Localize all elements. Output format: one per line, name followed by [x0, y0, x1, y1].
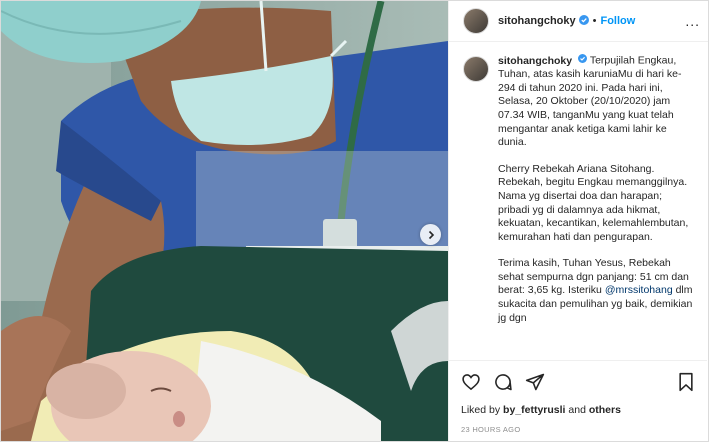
- verified-badge-icon: [578, 12, 589, 30]
- comment-icon[interactable]: [493, 372, 513, 392]
- next-photo-button[interactable]: [420, 224, 441, 245]
- likes-summary: Liked by by_fettyrusli and others: [461, 404, 695, 416]
- share-icon[interactable]: [525, 372, 545, 392]
- avatar[interactable]: [463, 8, 489, 34]
- caption-text: sitohangchoky Terpujilah Engkau, Tuhan, …: [498, 54, 693, 359]
- others-link[interactable]: others: [589, 404, 621, 416]
- post-header: sitohangchoky • Follow ...: [449, 1, 708, 42]
- action-icons: [461, 369, 695, 395]
- instagram-post: 20 10 15 5 sito: [0, 0, 709, 442]
- username-link[interactable]: sitohangchoky: [498, 15, 576, 27]
- more-options-icon[interactable]: ...: [685, 13, 700, 29]
- liked-by-user-link[interactable]: by_fettyrusli: [503, 404, 565, 416]
- heart-icon[interactable]: [461, 372, 481, 392]
- likes-middle: and: [568, 404, 586, 416]
- bookmark-icon[interactable]: [677, 372, 695, 392]
- post-actions: Liked by by_fettyrusli and others 23 HOU…: [449, 360, 707, 434]
- mention-link[interactable]: @mrssitohang: [605, 284, 673, 296]
- verified-badge-icon: [578, 54, 588, 68]
- caption-username[interactable]: sitohangchoky: [498, 55, 572, 67]
- chevron-right-icon: [428, 230, 434, 239]
- post-timestamp[interactable]: 23 HOURS AGO: [461, 425, 695, 434]
- separator-dot: •: [592, 15, 597, 27]
- caption-paragraph: Cherry Rebekah Ariana Sitohang. Rebekah,…: [498, 162, 689, 243]
- avatar[interactable]: [463, 56, 489, 82]
- photo-scene: 20 10 15 5: [1, 1, 448, 441]
- follow-button[interactable]: Follow: [600, 15, 635, 27]
- likes-prefix: Liked by: [461, 404, 501, 416]
- caption-section: sitohangchoky Terpujilah Engkau, Tuhan, …: [449, 42, 707, 359]
- caption-paragraph-text: Terpujilah Engkau, Tuhan, atas kasih kar…: [498, 54, 682, 149]
- caption-paragraph: sitohangchoky Terpujilah Engkau, Tuhan, …: [498, 54, 693, 150]
- caption-paragraph: Terima kasih, Tuhan Yesus, Rebekah sehat…: [498, 257, 693, 325]
- post-photo[interactable]: 20 10 15 5: [1, 1, 448, 441]
- post-sidebar: sitohangchoky • Follow ... sitohangchoky…: [448, 1, 708, 441]
